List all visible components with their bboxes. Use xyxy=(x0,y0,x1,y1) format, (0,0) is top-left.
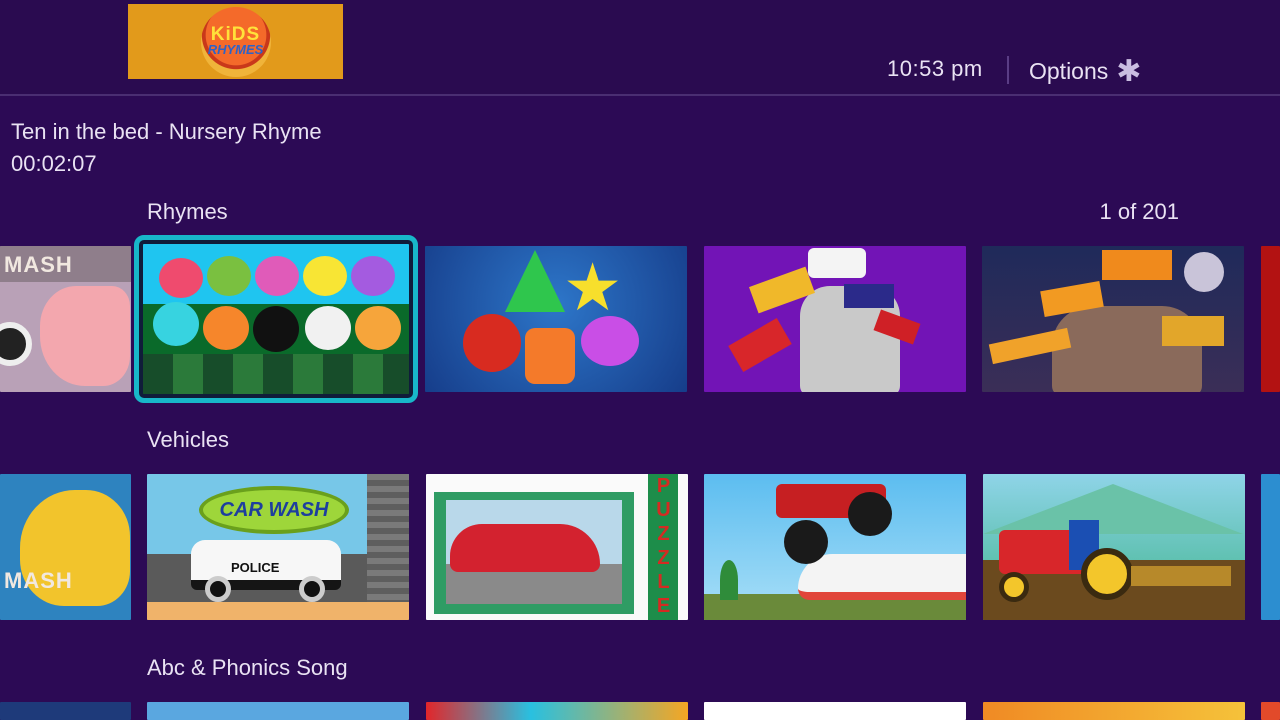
channel-logo: KiDS RHYMES xyxy=(128,4,343,79)
logo-text-rhymes: RHYMES xyxy=(207,42,264,58)
options-label: Options xyxy=(1029,57,1109,84)
logo-badge: KiDS RHYMES xyxy=(200,6,271,77)
video-tile[interactable] xyxy=(0,702,131,720)
tile-caption: PUZZLE xyxy=(652,475,675,619)
video-tile[interactable] xyxy=(1261,474,1280,620)
video-tile[interactable] xyxy=(1261,246,1280,392)
video-tile[interactable]: MASH xyxy=(0,474,131,620)
video-tile[interactable]: ★ xyxy=(425,246,687,392)
row-counter: 1 of 201 xyxy=(1099,199,1179,224)
video-tile[interactable] xyxy=(426,702,688,720)
options-button[interactable]: Options ✱ xyxy=(1029,55,1141,87)
video-tile[interactable] xyxy=(1261,702,1280,720)
tile-sign: POLICE xyxy=(231,560,280,575)
clock: 10:53 pm xyxy=(887,56,983,81)
asterisk-icon: ✱ xyxy=(1116,55,1142,88)
video-tile[interactable]: PUZZLE xyxy=(426,474,688,620)
row-label-vehicles: Vehicles xyxy=(147,427,229,452)
tile-caption: MASH xyxy=(4,252,73,277)
tile-caption: CAR WASH xyxy=(199,486,349,534)
video-tile[interactable] xyxy=(147,702,409,720)
video-tile[interactable]: MASH xyxy=(0,246,131,392)
now-playing-title: Ten in the bed - Nursery Rhyme xyxy=(11,119,322,144)
tile-caption: MASH xyxy=(4,568,73,593)
video-tile[interactable] xyxy=(983,702,1245,720)
video-tile[interactable] xyxy=(983,474,1245,620)
now-playing-time: 00:02:07 xyxy=(11,151,97,176)
header-divider xyxy=(1007,56,1009,84)
video-tile[interactable] xyxy=(982,246,1244,392)
video-tile[interactable] xyxy=(704,474,966,620)
video-tile[interactable] xyxy=(704,702,966,720)
video-tile[interactable]: CAR WASH POLICE xyxy=(147,474,409,620)
row-label-rhymes: Rhymes xyxy=(147,199,228,224)
video-tile-selected[interactable] xyxy=(134,235,418,403)
row-label-abc-phonics: Abc & Phonics Song xyxy=(147,655,348,680)
video-tile[interactable] xyxy=(704,246,966,392)
